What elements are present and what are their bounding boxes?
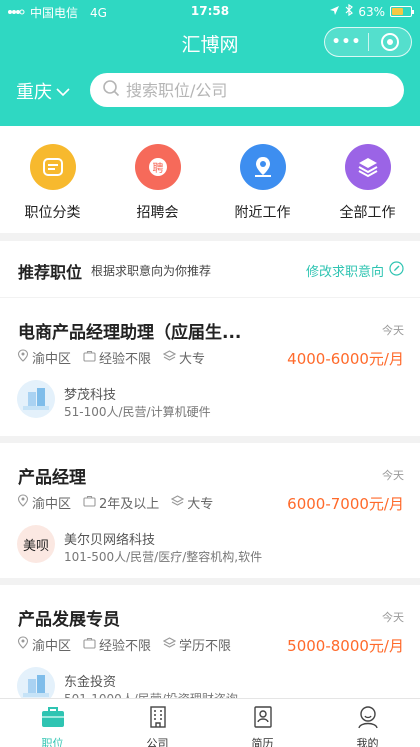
category-job-type[interactable]: 职位分类 bbox=[0, 126, 105, 233]
bluetooth-icon bbox=[345, 3, 354, 19]
battery-level bbox=[392, 8, 403, 15]
tab-bar: 职位 公司 简历 我的 bbox=[0, 698, 420, 747]
job-location: 渝中区 bbox=[32, 352, 72, 367]
close-ring-icon bbox=[380, 33, 399, 51]
job-education: 大专 bbox=[187, 497, 214, 512]
experience-icon bbox=[83, 495, 96, 511]
header: 中国电信 4G 17:58 63% 汇博网 ••• 重庆 搜索职位/公司 bbox=[0, 0, 420, 126]
company-name: 东金投资 bbox=[64, 675, 117, 690]
mini-program-capsule: ••• bbox=[324, 27, 412, 57]
tab-label: 职位 bbox=[41, 737, 64, 747]
tab-label: 我的 bbox=[356, 737, 379, 747]
job-card[interactable]: 产品经理 今天 渝中区 2年及以上 大专 6000-7000元/月 美呗 美尔贝… bbox=[0, 443, 420, 578]
city-label: 重庆 bbox=[16, 82, 52, 103]
tab-jobs[interactable]: 职位 bbox=[0, 699, 105, 747]
app-page: 中国电信 4G 17:58 63% 汇博网 ••• 重庆 搜索职位/公司 职位分… bbox=[0, 0, 420, 747]
edit-pencil-icon bbox=[389, 261, 404, 280]
svg-text:聘: 聘 bbox=[152, 161, 163, 175]
job-experience: 经验不限 bbox=[99, 639, 152, 654]
job-experience: 2年及以上 bbox=[99, 497, 160, 512]
education-icon bbox=[171, 494, 185, 511]
job-education: 大专 bbox=[179, 352, 206, 367]
layers-icon bbox=[344, 144, 391, 190]
company-icon bbox=[145, 705, 171, 733]
company-info: 51-100人/民营/计算机硬件 bbox=[64, 405, 211, 419]
location-arrow-icon bbox=[329, 5, 340, 19]
tab-label: 公司 bbox=[146, 737, 169, 747]
battery-icon bbox=[390, 6, 414, 17]
job-date: 今天 bbox=[382, 611, 404, 624]
company-name: 美尔贝网络科技 bbox=[64, 533, 156, 548]
experience-icon bbox=[83, 637, 96, 653]
category-label: 附近工作 bbox=[234, 205, 291, 221]
location-pin-icon bbox=[17, 349, 29, 366]
more-menu-button[interactable]: ••• bbox=[325, 34, 368, 50]
tab-profile[interactable]: 我的 bbox=[315, 699, 420, 747]
experience-icon bbox=[83, 350, 96, 366]
city-selector[interactable]: 重庆 bbox=[16, 78, 70, 104]
job-education: 学历不限 bbox=[179, 639, 232, 654]
location-pin-icon bbox=[17, 494, 29, 511]
user-icon bbox=[355, 705, 381, 733]
job-salary: 6000-7000元/月 bbox=[287, 495, 404, 513]
tab-companies[interactable]: 公司 bbox=[105, 699, 210, 747]
category-label: 职位分类 bbox=[24, 205, 81, 221]
briefcase-icon bbox=[40, 705, 66, 733]
job-card[interactable]: 电商产品经理助理（应届生... 今天 渝中区 经验不限 大专 4000-6000… bbox=[0, 298, 420, 436]
education-icon bbox=[162, 349, 177, 366]
job-title: 产品经理 bbox=[18, 468, 86, 488]
job-category-icon bbox=[29, 144, 76, 190]
job-fair-icon: 聘 bbox=[134, 144, 181, 190]
map-pin-icon bbox=[239, 144, 286, 190]
edit-intention-link[interactable]: 修改求职意向 bbox=[306, 261, 404, 280]
education-icon bbox=[162, 636, 177, 653]
edit-intention-label: 修改求职意向 bbox=[305, 265, 384, 280]
job-meta: 渝中区 2年及以上 大专 bbox=[17, 493, 221, 512]
company-name: 梦茂科技 bbox=[64, 388, 117, 403]
category-label: 招聘会 bbox=[136, 205, 179, 221]
resume-icon bbox=[250, 705, 276, 733]
job-card[interactable]: 产品发展专员 今天 渝中区 经验不限 学历不限 5000-8000元/月 东金投… bbox=[0, 585, 420, 706]
category-all-jobs[interactable]: 全部工作 bbox=[315, 126, 420, 233]
company-info: 101-500人/民营/医疗/整容机构,软件 bbox=[64, 550, 263, 564]
search-bar[interactable] bbox=[90, 73, 404, 107]
job-title: 电商产品经理助理（应届生... bbox=[18, 323, 242, 343]
category-label: 全部工作 bbox=[339, 205, 396, 221]
job-date: 今天 bbox=[382, 324, 404, 337]
tab-label: 简历 bbox=[251, 737, 274, 747]
company-logo-text: 美呗 bbox=[22, 538, 49, 554]
company-logo bbox=[17, 380, 55, 418]
search-icon bbox=[102, 79, 120, 101]
status-bar: 中国电信 4G 17:58 63% bbox=[0, 0, 420, 22]
search-input[interactable] bbox=[126, 80, 386, 100]
chevron-down-icon bbox=[56, 81, 70, 102]
job-location: 渝中区 bbox=[32, 497, 72, 512]
job-title: 产品发展专员 bbox=[18, 610, 120, 630]
company-logo: 美呗 bbox=[17, 525, 55, 563]
job-location: 渝中区 bbox=[32, 639, 72, 654]
recommend-header: 推荐职位 根据求职意向为你推荐 修改求职意向 bbox=[0, 241, 420, 297]
job-salary: 5000-8000元/月 bbox=[287, 637, 404, 655]
recommend-title: 推荐职位 bbox=[18, 263, 83, 282]
category-job-fair[interactable]: 聘 招聘会 bbox=[105, 126, 210, 233]
category-row: 职位分类 聘 招聘会 附近工作 全部工作 bbox=[0, 126, 420, 233]
location-pin-icon bbox=[17, 636, 29, 653]
tab-resume[interactable]: 简历 bbox=[210, 699, 315, 747]
category-nearby[interactable]: 附近工作 bbox=[210, 126, 315, 233]
status-right: 63% bbox=[329, 3, 414, 19]
battery-percent: 63% bbox=[358, 4, 385, 19]
job-experience: 经验不限 bbox=[99, 352, 152, 367]
job-date: 今天 bbox=[382, 469, 404, 482]
close-mini-program-button[interactable] bbox=[369, 33, 411, 51]
recommend-subtitle: 根据求职意向为你推荐 bbox=[91, 264, 212, 278]
job-salary: 4000-6000元/月 bbox=[287, 350, 404, 368]
job-meta: 渝中区 经验不限 学历不限 bbox=[17, 635, 239, 654]
job-meta: 渝中区 经验不限 大专 bbox=[17, 348, 213, 367]
